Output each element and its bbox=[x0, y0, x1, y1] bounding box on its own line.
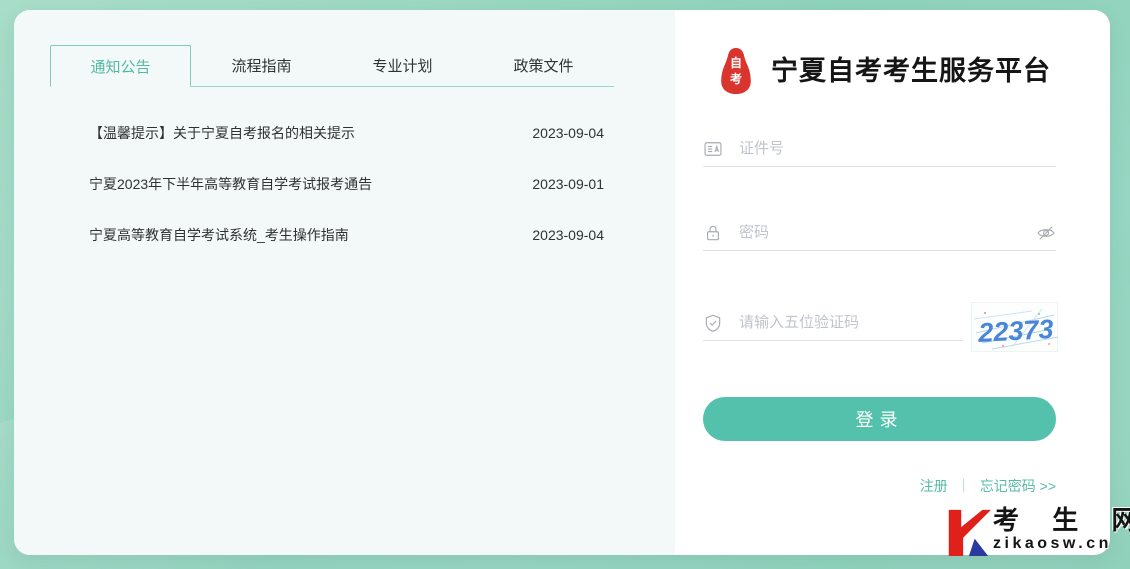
captcha-code: 22373 bbox=[977, 314, 1055, 348]
register-link[interactable]: 注册 bbox=[920, 476, 948, 496]
brand-header: 自 考 宁夏自考考生服务平台 bbox=[717, 47, 1051, 95]
tab-label: 政策文件 bbox=[513, 55, 573, 76]
svg-text:考: 考 bbox=[730, 71, 742, 86]
page: 通知公告 流程指南 专业计划 政策文件 【温馨提示】关于宁夏自考报名的相关提示 … bbox=[0, 0, 1130, 569]
announcement-title: 宁夏高等教育自学考试系统_考生操作指南 bbox=[89, 225, 349, 245]
password-field bbox=[703, 215, 1056, 251]
announcement-title: 宁夏2023年下半年高等教育自学考试报考通告 bbox=[89, 174, 372, 194]
link-separator: ｜ bbox=[957, 476, 971, 496]
announcement-row[interactable]: 宁夏高等教育自学考试系统_考生操作指南 2023-09-04 bbox=[89, 209, 604, 260]
svg-text:自: 自 bbox=[730, 55, 742, 70]
shield-check-icon bbox=[703, 313, 723, 333]
eye-off-icon bbox=[1036, 223, 1056, 243]
announcement-row[interactable]: 宁夏2023年下半年高等教育自学考试报考通告 2023-09-01 bbox=[89, 158, 604, 209]
password-input[interactable] bbox=[739, 224, 1036, 241]
id-number-input[interactable] bbox=[739, 140, 1056, 157]
tab-notices[interactable]: 通知公告 bbox=[50, 45, 191, 87]
captcha-graphic: 22373 bbox=[972, 303, 1059, 353]
captcha-field bbox=[703, 305, 963, 341]
announcement-list: 【温馨提示】关于宁夏自考报名的相关提示 2023-09-04 宁夏2023年下半… bbox=[89, 107, 604, 260]
zikaosw-k-logo-icon bbox=[943, 505, 991, 557]
captcha-image[interactable]: 22373 bbox=[971, 302, 1058, 352]
tab-label: 专业计划 bbox=[372, 55, 432, 76]
site-watermark: 考 生 网 zikaosw.cn bbox=[943, 505, 1130, 557]
auth-links: 注册 ｜ 忘记密码 >> bbox=[703, 476, 1056, 496]
announcement-title: 【温馨提示】关于宁夏自考报名的相关提示 bbox=[89, 123, 355, 143]
id-number-field bbox=[703, 131, 1056, 167]
watermark-site-name: 考 生 网 bbox=[993, 505, 1130, 535]
watermark-domain: zikaosw.cn bbox=[993, 535, 1130, 553]
tab-process-guide[interactable]: 流程指南 bbox=[191, 45, 332, 87]
tab-label: 流程指南 bbox=[231, 55, 291, 76]
announcements-panel bbox=[14, 10, 675, 555]
login-button[interactable]: 登录 bbox=[703, 397, 1056, 441]
watermark-text: 考 生 网 zikaosw.cn bbox=[993, 505, 1130, 553]
tab-major-plans[interactable]: 专业计划 bbox=[332, 45, 473, 87]
toggle-password-visibility-button[interactable] bbox=[1036, 223, 1056, 243]
announcement-date: 2023-09-04 bbox=[532, 227, 604, 243]
announcement-date: 2023-09-01 bbox=[532, 176, 604, 192]
platform-logo-seal-icon: 自 考 bbox=[717, 47, 755, 95]
id-card-icon bbox=[703, 139, 723, 159]
lock-icon bbox=[703, 223, 723, 243]
captcha-input[interactable] bbox=[739, 314, 963, 331]
announcement-date: 2023-09-04 bbox=[532, 125, 604, 141]
announcement-row[interactable]: 【温馨提示】关于宁夏自考报名的相关提示 2023-09-04 bbox=[89, 107, 604, 158]
platform-title: 宁夏自考考生服务平台 bbox=[771, 47, 1051, 95]
tab-label: 通知公告 bbox=[90, 56, 150, 77]
tab-policy-files[interactable]: 政策文件 bbox=[473, 45, 614, 87]
forgot-password-link[interactable]: 忘记密码 >> bbox=[980, 476, 1056, 496]
tab-bar: 通知公告 流程指南 专业计划 政策文件 bbox=[50, 45, 614, 87]
